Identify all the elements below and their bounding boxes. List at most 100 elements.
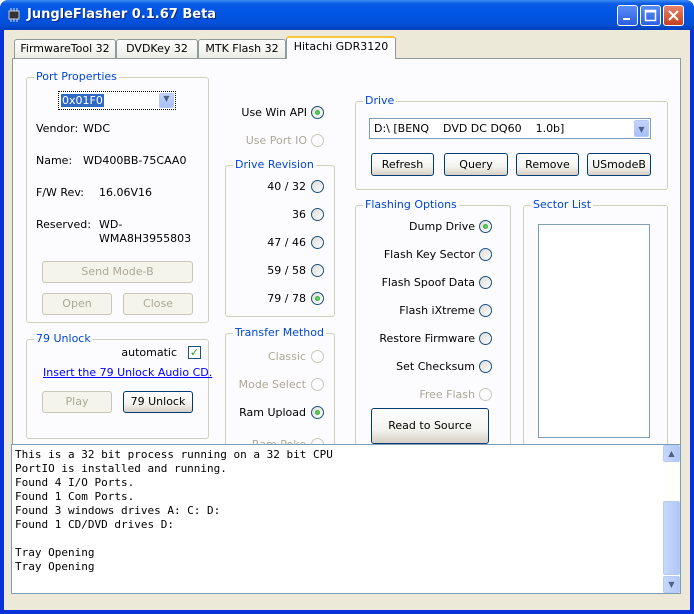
log-line: Found 4 I/O Ports. <box>15 476 135 489</box>
tab-panel: Port Properties 0x01F0 ▼ Vendor: WDC Nam… <box>12 58 681 460</box>
rev-79-78-radio[interactable] <box>311 292 324 305</box>
flashing-options-group: Flashing Options Dump Drive Flash Key Se… <box>355 198 511 453</box>
scroll-thumb[interactable] <box>663 501 680 575</box>
fw-rev-label: F/W Rev: <box>36 186 84 199</box>
maximize-button[interactable] <box>640 5 661 26</box>
rev-59-58-label: 59 / 58 <box>267 264 306 277</box>
use-port-io-label: Use Port IO <box>245 134 307 147</box>
drive-select-value: D:\ [BENQ DVD DC DQ60 1.0b] <box>374 122 565 135</box>
tab-firmwaretool[interactable]: FirmwareTool 32 <box>14 39 116 59</box>
restore-firmware-radio[interactable] <box>479 332 492 345</box>
transfer-method-legend: Transfer Method <box>233 326 326 339</box>
port-properties-legend: Port Properties <box>34 70 119 83</box>
open-button[interactable]: Open <box>42 293 112 315</box>
insert-unlock-cd-link[interactable]: Insert the 79 Unlock Audio CD. <box>43 366 212 379</box>
use-win-api-radio[interactable] <box>311 106 324 119</box>
remove-button[interactable]: Remove <box>516 153 579 176</box>
free-flash-radio[interactable] <box>479 388 492 401</box>
play-button[interactable]: Play <box>42 391 112 413</box>
port-select-value: 0x01F0 <box>61 94 104 107</box>
drive-group: Drive D:\ [BENQ DVD DC DQ60 1.0b] ▼ Refr… <box>355 94 668 190</box>
reserved-label: Reserved: <box>36 218 91 231</box>
log-line: Tray Opening <box>15 560 95 573</box>
mode-select-label: Mode Select <box>238 378 306 391</box>
log-line: This is a 32 bit process running on a 32… <box>15 448 333 461</box>
flash-ixtreme-radio[interactable] <box>479 304 492 317</box>
log-console[interactable]: This is a 32 bit process running on a 32… <box>11 444 681 594</box>
close-button[interactable] <box>663 5 684 26</box>
minimize-button[interactable] <box>617 5 638 26</box>
log-line: Found 1 CD/DVD drives D: <box>15 518 174 531</box>
set-checksum-radio[interactable] <box>479 360 492 373</box>
tab-mtk-flash[interactable]: MTK Flash 32 <box>198 39 286 59</box>
rev-36-radio[interactable] <box>311 208 324 221</box>
chevron-up-icon[interactable]: ▲ <box>663 445 680 462</box>
dump-drive-radio[interactable] <box>479 220 492 233</box>
title-bar[interactable]: JungleFlasher 0.1.67 Beta <box>0 0 694 30</box>
window-title: JungleFlasher 0.1.67 Beta <box>27 7 217 22</box>
log-line: PortIO is installed and running. <box>15 462 227 475</box>
log-line: Found 1 Com Ports. <box>15 490 135 503</box>
read-to-source-button[interactable]: Read to Source <box>371 408 489 444</box>
chevron-down-icon[interactable]: ▼ <box>159 93 174 108</box>
drive-select[interactable]: D:\ [BENQ DVD DC DQ60 1.0b] ▼ <box>369 118 651 139</box>
send-mode-b-button[interactable]: Send Mode-B <box>42 261 193 283</box>
flash-spoof-data-label: Flash Spoof Data <box>381 276 475 289</box>
rev-47-46-label: 47 / 46 <box>267 236 306 249</box>
unlock79-button[interactable]: 79 Unlock <box>123 391 193 413</box>
use-port-io-radio[interactable] <box>311 134 324 147</box>
log-lines: This is a 32 bit process running on a 32… <box>15 448 333 574</box>
name-value: WD400BB-75CAA0 <box>83 154 187 167</box>
close-icon <box>668 10 679 21</box>
flash-ixtreme-label: Flash iXtreme <box>399 304 475 317</box>
vendor-value: WDC <box>83 122 111 135</box>
refresh-button[interactable]: Refresh <box>371 153 434 176</box>
transfer-method-group: Transfer Method Classic Mode Select Ram … <box>225 326 335 453</box>
rev-36-label: 36 <box>292 208 306 221</box>
port-select[interactable]: 0x01F0 ▼ <box>58 91 176 110</box>
sector-list-legend: Sector List <box>531 198 594 211</box>
query-button[interactable]: Query <box>444 153 508 176</box>
flash-key-sector-radio[interactable] <box>479 248 492 261</box>
maximize-icon <box>644 9 657 22</box>
log-line: Found 3 windows drives A: C: D: <box>15 504 221 517</box>
rev-47-46-radio[interactable] <box>311 236 324 249</box>
restore-firmware-label: Restore Firmware <box>379 332 475 345</box>
chevron-down-icon[interactable]: ▼ <box>663 576 680 593</box>
free-flash-label: Free Flash <box>419 388 475 401</box>
dump-drive-label: Dump Drive <box>409 220 475 233</box>
drive-revision-group: Drive Revision 40 / 32 36 47 / 46 59 / 5… <box>225 158 335 317</box>
sector-list-group: Sector List <box>523 198 668 453</box>
rev-40-32-radio[interactable] <box>311 180 324 193</box>
unlock79-legend: 79 Unlock <box>34 332 93 345</box>
mode-select-radio[interactable] <box>311 378 324 391</box>
chevron-down-icon[interactable]: ▼ <box>634 120 649 137</box>
chip-icon <box>6 8 22 22</box>
classic-radio[interactable] <box>311 350 324 363</box>
flash-spoof-data-radio[interactable] <box>479 276 492 289</box>
automatic-checkbox[interactable]: ✓ <box>188 346 201 359</box>
classic-label: Classic <box>267 350 306 363</box>
client-area: FirmwareTool 32 DVDKey 32 MTK Flash 32 H… <box>4 30 690 610</box>
port-properties-group: Port Properties 0x01F0 ▼ Vendor: WDC Nam… <box>26 70 209 323</box>
usmodeb-button[interactable]: USmodeB <box>587 153 651 176</box>
vertical-scrollbar[interactable]: ▲ ▼ <box>663 445 680 593</box>
set-checksum-label: Set Checksum <box>396 360 475 373</box>
fw-rev-value: 16.06V16 <box>99 186 153 199</box>
main-window: JungleFlasher 0.1.67 Beta FirmwareTool 3… <box>0 0 694 614</box>
rev-79-78-label: 79 / 78 <box>267 292 306 305</box>
sector-list-box[interactable] <box>538 224 650 438</box>
drive-legend: Drive <box>363 94 397 107</box>
minimize-icon <box>623 18 630 20</box>
ram-upload-radio[interactable] <box>311 406 324 419</box>
automatic-label: automatic <box>121 346 177 359</box>
tab-hitachi[interactable]: Hitachi GDR3120 <box>286 36 396 59</box>
reserved-value-2: WMA8H3955803 <box>99 232 192 245</box>
close-port-button[interactable]: Close <box>123 293 193 315</box>
use-win-api-label: Use Win API <box>241 106 307 119</box>
tab-dvdkey[interactable]: DVDKey 32 <box>116 39 198 59</box>
rev-59-58-radio[interactable] <box>311 264 324 277</box>
unlock79-group: 79 Unlock automatic ✓ Insert the 79 Unlo… <box>26 332 212 439</box>
reserved-value-1: WD- <box>99 218 123 231</box>
flash-key-sector-label: Flash Key Sector <box>383 248 475 261</box>
